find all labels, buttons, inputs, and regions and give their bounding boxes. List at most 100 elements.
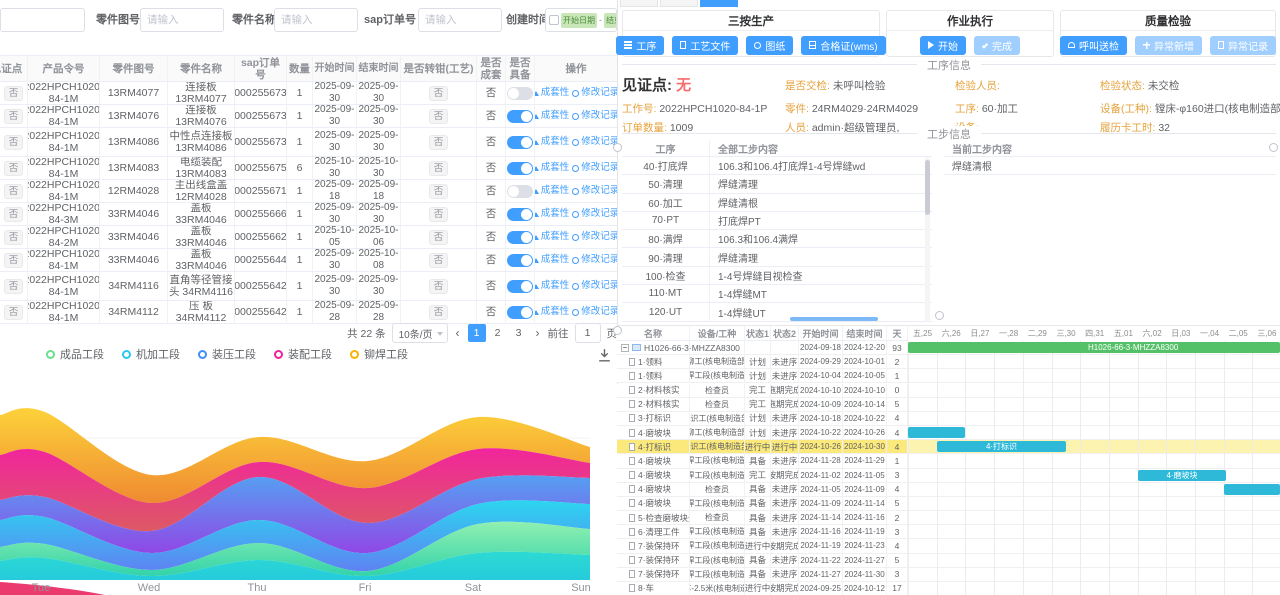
step-row[interactable]: 90·清理焊缝清理 xyxy=(622,249,932,267)
ready-toggle[interactable] xyxy=(507,136,533,149)
gantt-task-bar[interactable] xyxy=(908,427,965,438)
sap-order-no-input[interactable] xyxy=(418,8,502,32)
工序-button[interactable]: 工序 xyxy=(616,36,664,55)
gantt-row[interactable]: 4·磨坡块铆焊工段(核电制造部)完工按期完成2024-11-022024-11-… xyxy=(617,469,1280,483)
complete-set-link[interactable]: 成套性 xyxy=(535,136,569,148)
gantt-row[interactable]: 3·打标识标识工(核电制造部)计划未进序2024-10-182024-10-22… xyxy=(617,412,1280,426)
page-button-3[interactable]: 3 xyxy=(510,324,528,342)
gantt-row[interactable]: 4·磨坡块铆工(核电制造部)计划未进序2024-10-222024-10-264 xyxy=(617,426,1280,440)
legend-item-铆焊工段[interactable]: 铆焊工段 xyxy=(350,346,408,362)
gantt-row[interactable]: 4·磨坡块检查员具备未进序2024-11-052024-11-094 xyxy=(617,483,1280,497)
filter-input-truncated[interactable] xyxy=(0,8,85,32)
gantt-task-bar[interactable]: 4·磨坡块 xyxy=(1138,470,1226,481)
step-row[interactable]: 80·满焊106.3和106.4满焊 xyxy=(622,230,932,248)
ready-toggle[interactable] xyxy=(507,208,533,221)
gantt-row[interactable]: 1·领料铆工(核电制造部)计划未进序2024-09-292024-10-012 xyxy=(617,355,1280,369)
part-name-input[interactable] xyxy=(274,8,358,32)
ready-toggle[interactable] xyxy=(507,280,533,293)
legend-item-成品工段[interactable]: 成品工段 xyxy=(46,346,104,362)
modify-record-link[interactable]: 修改记录 xyxy=(572,208,617,220)
gantt-row[interactable]: 6·清理工件铆焊工段(核电制造部)具备未进序2024-11-162024-11-… xyxy=(617,525,1280,539)
complete-set-link[interactable]: 成套性 xyxy=(535,87,569,99)
complete-set-link[interactable]: 成套性 xyxy=(535,185,569,197)
page-button-2[interactable]: 2 xyxy=(489,324,507,342)
legend-item-装压工段[interactable]: 装压工段 xyxy=(198,346,256,362)
ready-toggle[interactable] xyxy=(507,87,533,100)
modify-record-link[interactable]: 修改记录 xyxy=(572,136,617,148)
gantt-row[interactable]: 7·装保持环铆焊工段(核电制造部)具备未进序2024-11-222024-11-… xyxy=(617,554,1280,568)
splitter-handle[interactable] xyxy=(935,311,944,320)
ready-toggle[interactable] xyxy=(507,231,533,244)
modify-record-link[interactable]: 修改记录 xyxy=(572,231,617,243)
steps-scrollbar-thumb[interactable] xyxy=(925,160,930,215)
start-date-placeholder[interactable]: 开始日期 xyxy=(561,13,597,28)
part-drawing-no-input[interactable] xyxy=(140,8,224,32)
legend-item-装配工段[interactable]: 装配工段 xyxy=(274,346,332,362)
gantt-task-bar[interactable]: 4·打标识 xyxy=(937,441,1066,452)
complete-set-link[interactable]: 成套性 xyxy=(535,162,569,174)
modify-record-link[interactable]: 修改记录 xyxy=(572,185,617,197)
呼叫送检-button[interactable]: 呼叫送检 xyxy=(1060,36,1127,55)
gantt-row[interactable]: 1·领料铆焊工段(核电制造部)计划未进序2024-10-042024-10-05… xyxy=(617,369,1280,383)
splitter-handle[interactable] xyxy=(613,326,622,335)
ready-toggle[interactable] xyxy=(507,254,533,267)
合格证(wms)-button[interactable]: 合格证(wms) xyxy=(801,36,885,55)
gantt-row[interactable]: 2·材料核实检查员完工拖期完成2024-10-102024-10-100 xyxy=(617,384,1280,398)
gantt-row[interactable]: 4·打标识标识工(核电制造部)进行中进行中2024-10-262024-10-3… xyxy=(617,440,1280,454)
end-date-placeholder[interactable]: 结束日期 xyxy=(604,13,617,28)
开始-button[interactable]: 开始 xyxy=(920,36,966,55)
modify-record-link[interactable]: 修改记录 xyxy=(572,280,617,292)
tab-stub-active[interactable] xyxy=(700,0,738,7)
modify-record-link[interactable]: 修改记录 xyxy=(572,162,617,174)
complete-set-link[interactable]: 成套性 xyxy=(535,208,569,220)
page-jump-input[interactable] xyxy=(575,323,601,343)
图纸-button[interactable]: 图纸 xyxy=(746,36,793,55)
gantt-row[interactable]: 7·装保持环铆焊工段(核电制造部)进行中按期完成2024-11-192024-1… xyxy=(617,539,1280,553)
gantt-task-bar[interactable] xyxy=(1224,484,1280,495)
complete-set-link[interactable]: 成套性 xyxy=(535,110,569,122)
modify-record-link[interactable]: 修改记录 xyxy=(572,306,617,318)
page-button-1[interactable]: 1 xyxy=(468,324,486,342)
gantt-row[interactable]: 5·检查磨坡块外径检查员具备未进序2024-11-142024-11-162 xyxy=(617,511,1280,525)
工艺文件-button[interactable]: 工艺文件 xyxy=(672,36,738,55)
complete-set-link[interactable]: 成套性 xyxy=(535,280,569,292)
page-size-select[interactable]: 10条/页 xyxy=(392,323,448,343)
modify-record-link[interactable]: 修改记录 xyxy=(572,87,617,99)
splitter-handle[interactable] xyxy=(1269,143,1278,152)
prev-page-button[interactable]: ‹ xyxy=(454,326,462,340)
steps-hscrollbar-thumb[interactable] xyxy=(790,317,878,321)
created-time-range-picker[interactable]: 开始日期 - 结束日期 xyxy=(545,8,617,32)
step-row[interactable]: 120·UT1-4焊缝UT xyxy=(622,303,932,321)
modify-record-link[interactable]: 修改记录 xyxy=(572,254,617,266)
splitter-handle[interactable] xyxy=(613,143,622,152)
ready-toggle[interactable] xyxy=(507,185,533,198)
complete-set-link[interactable]: 成套性 xyxy=(535,254,569,266)
collapse-icon[interactable] xyxy=(621,344,629,352)
gantt-row[interactable]: 8·车立车-2.5米(核电制造部)进行中按期完成2024-09-252024-1… xyxy=(617,582,1280,595)
gantt-row[interactable]: H1026-66-3·MHZZA83002024-09-182024-12-20… xyxy=(617,341,1280,355)
step-row[interactable]: 60·加工焊缝清根 xyxy=(622,194,932,212)
step-row[interactable]: 50·清理焊缝清理 xyxy=(622,175,932,193)
step-row[interactable]: 40·打底焊106.3和106.4打底焊1-4号焊缝wd xyxy=(622,157,932,175)
download-icon[interactable] xyxy=(596,347,613,369)
filter-input-truncated-field[interactable] xyxy=(0,8,85,32)
gantt-row[interactable]: 7·装保持环铆焊工段(核电制造部)具备未进序2024-11-272024-11-… xyxy=(617,568,1280,582)
checkbox-icon[interactable] xyxy=(549,15,559,25)
complete-set-link[interactable]: 成套性 xyxy=(535,306,569,318)
modify-record-link[interactable]: 修改记录 xyxy=(572,110,617,122)
step-row[interactable]: 70·PT打底焊PT xyxy=(622,212,932,230)
tab-stub-1[interactable] xyxy=(620,0,658,7)
step-row[interactable]: 110·MT1-4焊缝MT xyxy=(622,285,932,303)
legend-item-机加工段[interactable]: 机加工段 xyxy=(122,346,180,362)
complete-set-link[interactable]: 成套性 xyxy=(535,231,569,243)
gantt-project-bar[interactable]: H1026-66-3·MHZZA8300 xyxy=(908,342,1280,353)
ready-toggle[interactable] xyxy=(507,162,533,175)
step-row[interactable]: 100·检查1-4号焊缝目视检查 xyxy=(622,267,932,285)
next-page-button[interactable]: › xyxy=(534,326,542,340)
gantt-row[interactable]: 4·磨坡块铆焊工段(核电制造部)具备未进序2024-11-092024-11-1… xyxy=(617,497,1280,511)
ready-toggle[interactable] xyxy=(507,110,533,123)
gantt-row[interactable]: 4·磨坡块铆焊工段(核电制造部)具备未进序2024-11-282024-11-2… xyxy=(617,454,1280,468)
gantt-row[interactable]: 2·材料核实检查员完工拖期完成2024-10-092024-10-145 xyxy=(617,398,1280,412)
tab-stub-2[interactable] xyxy=(660,0,698,7)
ready-toggle[interactable] xyxy=(507,306,533,319)
